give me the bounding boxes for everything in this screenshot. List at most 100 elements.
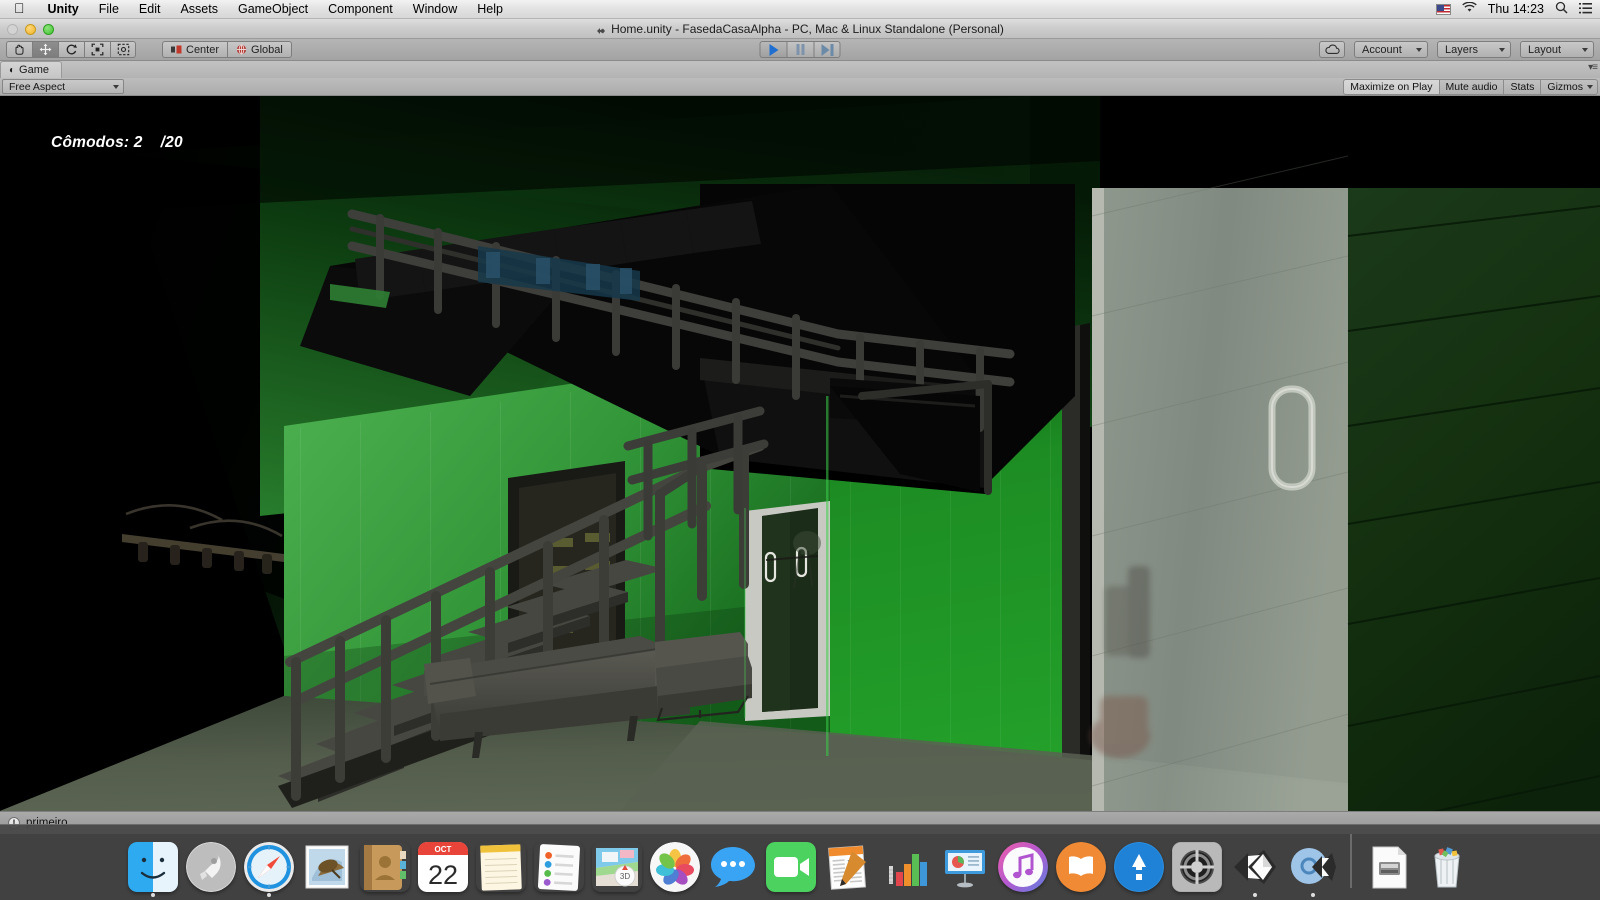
contacts-icon	[360, 842, 410, 892]
handle-space-label: Global	[251, 43, 283, 56]
move-tool-button[interactable]	[32, 41, 58, 58]
close-button[interactable]	[7, 24, 18, 35]
dock-item-document-stack[interactable]	[1360, 826, 1418, 898]
dock-item-keynote[interactable]	[936, 826, 994, 898]
aspect-ratio-dropdown[interactable]: Free Aspect	[2, 79, 124, 94]
stats-toggle[interactable]: Stats	[1503, 78, 1541, 95]
dock-item-mail[interactable]	[298, 826, 356, 898]
dock-item-finder[interactable]	[124, 826, 182, 898]
gear-icon	[1172, 842, 1222, 892]
aspect-ratio-value: Free Aspect	[9, 80, 66, 93]
game-render-surface[interactable]: Cômodos: 2 /20	[0, 96, 1600, 811]
dock-item-system-preferences[interactable]	[1168, 826, 1226, 898]
search-icon[interactable]	[1555, 1, 1568, 17]
svg-text:22: 22	[428, 860, 458, 890]
pause-button[interactable]	[786, 41, 814, 58]
maximize-on-play-label: Maximize on Play	[1350, 80, 1433, 93]
pivot-mode-button[interactable]: Center	[162, 41, 228, 58]
menu-item-unity[interactable]: Unity	[38, 0, 89, 19]
dock-item-safari[interactable]	[240, 826, 298, 898]
scale-tool-button[interactable]	[84, 41, 110, 58]
account-dropdown[interactable]: Account	[1354, 41, 1428, 58]
dock-item-appstore[interactable]	[1110, 826, 1168, 898]
play-button[interactable]	[759, 41, 787, 58]
finder-icon	[128, 842, 178, 892]
keynote-icon	[940, 842, 990, 892]
game-tab-icon: ◐	[9, 64, 16, 76]
account-label: Account	[1362, 43, 1402, 56]
rotate-tool-button[interactable]	[58, 41, 84, 58]
pivot-handle-group: Center Global	[162, 41, 292, 58]
tab-game-label: Game	[19, 64, 50, 76]
layout-dropdown[interactable]: Layout	[1520, 41, 1594, 58]
gizmos-dropdown[interactable]: Gizmos	[1540, 78, 1598, 95]
layout-label: Layout	[1528, 43, 1562, 56]
hud-room-counter-text: Cômodos: 2 /20	[51, 134, 183, 151]
menu-item-assets[interactable]: Assets	[170, 0, 228, 19]
hand-tool-button[interactable]	[6, 41, 32, 58]
apple-logo-icon[interactable]: 	[0, 1, 38, 15]
wifi-icon[interactable]	[1461, 1, 1477, 16]
rendered-3d-scene	[0, 96, 1600, 811]
collab-cloud-button[interactable]	[1319, 41, 1345, 58]
menu-item-file[interactable]: File	[89, 0, 129, 19]
running-indicator	[267, 893, 271, 897]
maximize-on-play-toggle[interactable]: Maximize on Play	[1343, 78, 1439, 95]
dock-item-maps[interactable]: 3D	[588, 826, 646, 898]
dock-item-monodevelop[interactable]	[1284, 826, 1342, 898]
pivot-icon	[171, 45, 182, 54]
maps-icon: 3D	[592, 842, 642, 892]
panel-context-menu-icon[interactable]: ▾≡	[1588, 62, 1598, 73]
trash-icon	[1422, 842, 1472, 892]
dock-item-numbers[interactable]	[878, 826, 936, 898]
cloud-icon	[1324, 44, 1340, 54]
dock-item-contacts[interactable]	[356, 826, 414, 898]
mail-icon	[302, 842, 352, 892]
step-button[interactable]	[813, 41, 841, 58]
notification-center-icon[interactable]	[1579, 2, 1592, 17]
rect-tool-button[interactable]	[110, 41, 136, 58]
menu-item-gameobject[interactable]: GameObject	[228, 0, 318, 19]
menu-item-window[interactable]: Window	[403, 0, 467, 19]
running-indicator	[1253, 893, 1257, 897]
chevron-down-icon	[1499, 47, 1505, 52]
dock-item-unity[interactable]	[1226, 826, 1284, 898]
dock-item-pages[interactable]	[820, 826, 878, 898]
zoom-button[interactable]	[43, 24, 54, 35]
safari-icon	[244, 842, 294, 892]
menu-item-edit[interactable]: Edit	[129, 0, 171, 19]
dock-item-launchpad[interactable]	[182, 826, 240, 898]
mute-audio-toggle[interactable]: Mute audio	[1438, 78, 1504, 95]
chevron-down-icon	[113, 84, 119, 89]
glass-sliding-door	[1090, 155, 1349, 811]
handle-space-button[interactable]: Global	[227, 41, 292, 58]
menubar-clock[interactable]: Thu 14:23	[1488, 2, 1544, 16]
layers-label: Layers	[1445, 43, 1479, 56]
dock-item-calendar[interactable]: OCT 22	[414, 826, 472, 898]
notes-icon	[476, 842, 526, 892]
chevron-down-icon	[1582, 47, 1588, 52]
layers-dropdown[interactable]: Layers	[1437, 41, 1511, 58]
dock-separator	[1350, 834, 1352, 888]
dock-item-facetime[interactable]	[762, 826, 820, 898]
transform-tools-group	[6, 41, 136, 58]
window-title-text: Home.unity - FasedaCasaAlpha - PC, Mac &…	[611, 21, 1004, 36]
menu-item-help[interactable]: Help	[467, 0, 513, 19]
photos-icon	[650, 842, 700, 892]
dock-item-messages[interactable]	[704, 826, 762, 898]
dock-item-ibooks[interactable]	[1052, 826, 1110, 898]
monodevelop-icon	[1288, 842, 1338, 892]
dock-item-notes[interactable]	[472, 826, 530, 898]
us-flag-icon[interactable]	[1435, 3, 1451, 15]
tab-game[interactable]: ◐ Game	[0, 61, 63, 78]
dock-item-itunes[interactable]	[994, 826, 1052, 898]
document-stack-icon	[1364, 842, 1414, 892]
menu-item-component[interactable]: Component	[318, 0, 403, 19]
dock-item-trash[interactable]	[1418, 826, 1476, 898]
gizmos-label: Gizmos	[1547, 80, 1583, 93]
dock-item-photos[interactable]	[646, 826, 704, 898]
dock-item-reminders[interactable]	[530, 826, 588, 898]
reminders-icon	[534, 842, 584, 892]
minimize-button[interactable]	[25, 24, 36, 35]
chevron-down-icon	[1587, 84, 1593, 89]
